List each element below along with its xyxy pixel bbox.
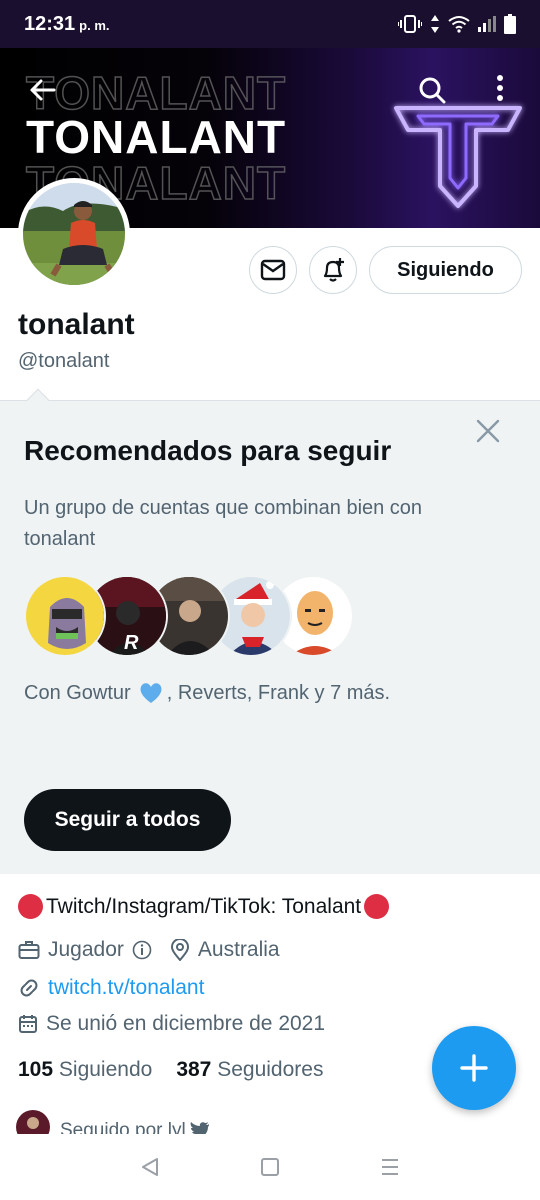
signal-icon xyxy=(478,16,496,32)
bell-plus-icon xyxy=(323,258,344,282)
context-suffix: , Reverts, Frank y 7 más. xyxy=(166,681,391,704)
recommendations-description: Un grupo de cuentas que combinan bien co… xyxy=(24,497,423,550)
clock-text: 12:31 xyxy=(24,12,76,35)
arrow-left-icon xyxy=(30,79,56,101)
back-triangle-icon[interactable] xyxy=(140,1157,160,1177)
status-time: 12:31 p. m. xyxy=(24,13,110,36)
followers-count-link[interactable]: 387 Seguidores xyxy=(176,1058,323,1082)
followers-label: Seguidores xyxy=(217,1058,324,1081)
recommendations-title: Recomendados para seguir xyxy=(24,435,392,466)
followers-count: 387 xyxy=(176,1058,212,1081)
display-name: tonalant xyxy=(18,308,135,341)
compose-tweet-button[interactable] xyxy=(432,1026,516,1110)
user-handle: @tonalant xyxy=(18,350,110,372)
search-icon xyxy=(419,77,446,104)
more-options-button[interactable] xyxy=(480,68,520,108)
profile-website-link[interactable]: twitch.tv/tonalant xyxy=(48,976,204,1000)
system-navigation-bar xyxy=(0,1134,540,1200)
profile-category: Jugador xyxy=(48,938,124,961)
profile-bio: Twitch/Instagram/TikTok: Tonalant xyxy=(18,894,390,919)
bird-icon xyxy=(190,1122,209,1134)
recommended-avatars[interactable]: R xyxy=(24,575,354,657)
ampm-text: p. m. xyxy=(79,17,110,33)
status-bar: 12:31 p. m. xyxy=(0,0,540,48)
profile-website-row: twitch.tv/tonalant xyxy=(18,976,204,1000)
profile-joined-date: Se unió en diciembre de 2021 xyxy=(46,1012,326,1035)
link-icon xyxy=(20,979,38,997)
battery-icon xyxy=(504,14,516,34)
briefcase-icon xyxy=(18,941,40,959)
recents-menu-icon[interactable] xyxy=(380,1158,400,1176)
recommendations-context: Con Gowtur , Reverts, Frank y 7 más. xyxy=(24,681,390,705)
profile-category-location: Jugador Australia xyxy=(18,938,280,962)
recommended-avatar[interactable] xyxy=(24,575,106,657)
profile-avatar[interactable] xyxy=(18,178,130,290)
dismiss-recommendations-button[interactable] xyxy=(472,415,504,447)
calendar-icon xyxy=(19,1015,37,1033)
info-icon[interactable] xyxy=(132,940,152,960)
profile-joined-row: Se unió en diciembre de 2021 xyxy=(18,1012,325,1036)
notifications-button[interactable] xyxy=(309,246,357,294)
status-icons xyxy=(398,14,516,34)
location-pin-icon xyxy=(170,939,189,961)
followed-by-text: Seguido por lyl xyxy=(60,1120,186,1134)
recommended-accounts-panel: Recomendados para seguir Un grupo de cue… xyxy=(0,388,540,874)
wifi-icon xyxy=(448,16,470,33)
more-vertical-icon xyxy=(497,75,503,101)
red-circle-icon xyxy=(364,894,390,919)
avatar-photo xyxy=(23,183,125,285)
panel-caret xyxy=(26,388,50,412)
vibrate-icon xyxy=(398,15,422,33)
following-label: Siguiendo xyxy=(58,1058,153,1081)
red-circle-icon xyxy=(18,894,43,919)
following-count: 105 xyxy=(18,1058,54,1081)
following-count-link[interactable]: 105 Siguiendo xyxy=(18,1058,152,1082)
bio-text: Twitch/Instagram/TikTok: Tonalant xyxy=(46,894,362,918)
follower-avatar xyxy=(16,1110,50,1134)
message-button[interactable] xyxy=(249,246,297,294)
context-prefix: Con Gowtur xyxy=(24,681,131,704)
follow-all-button[interactable]: Seguir a todos xyxy=(24,789,231,851)
following-button[interactable]: Siguiendo xyxy=(369,246,522,294)
profile-location: Australia xyxy=(197,938,280,961)
envelope-icon xyxy=(260,259,286,281)
close-icon xyxy=(476,419,500,443)
followed-by-row[interactable]: Seguido por lyl xyxy=(16,1110,210,1134)
plus-icon xyxy=(460,1054,488,1082)
svg-text:R: R xyxy=(124,632,139,654)
follow-counts: 105 Siguiendo 387 Seguidores xyxy=(18,1058,323,1082)
data-arrows-icon xyxy=(431,15,439,33)
back-button[interactable] xyxy=(22,70,62,110)
search-button[interactable] xyxy=(412,70,452,110)
blue-heart-icon xyxy=(140,683,162,703)
home-square-icon[interactable] xyxy=(260,1157,280,1177)
